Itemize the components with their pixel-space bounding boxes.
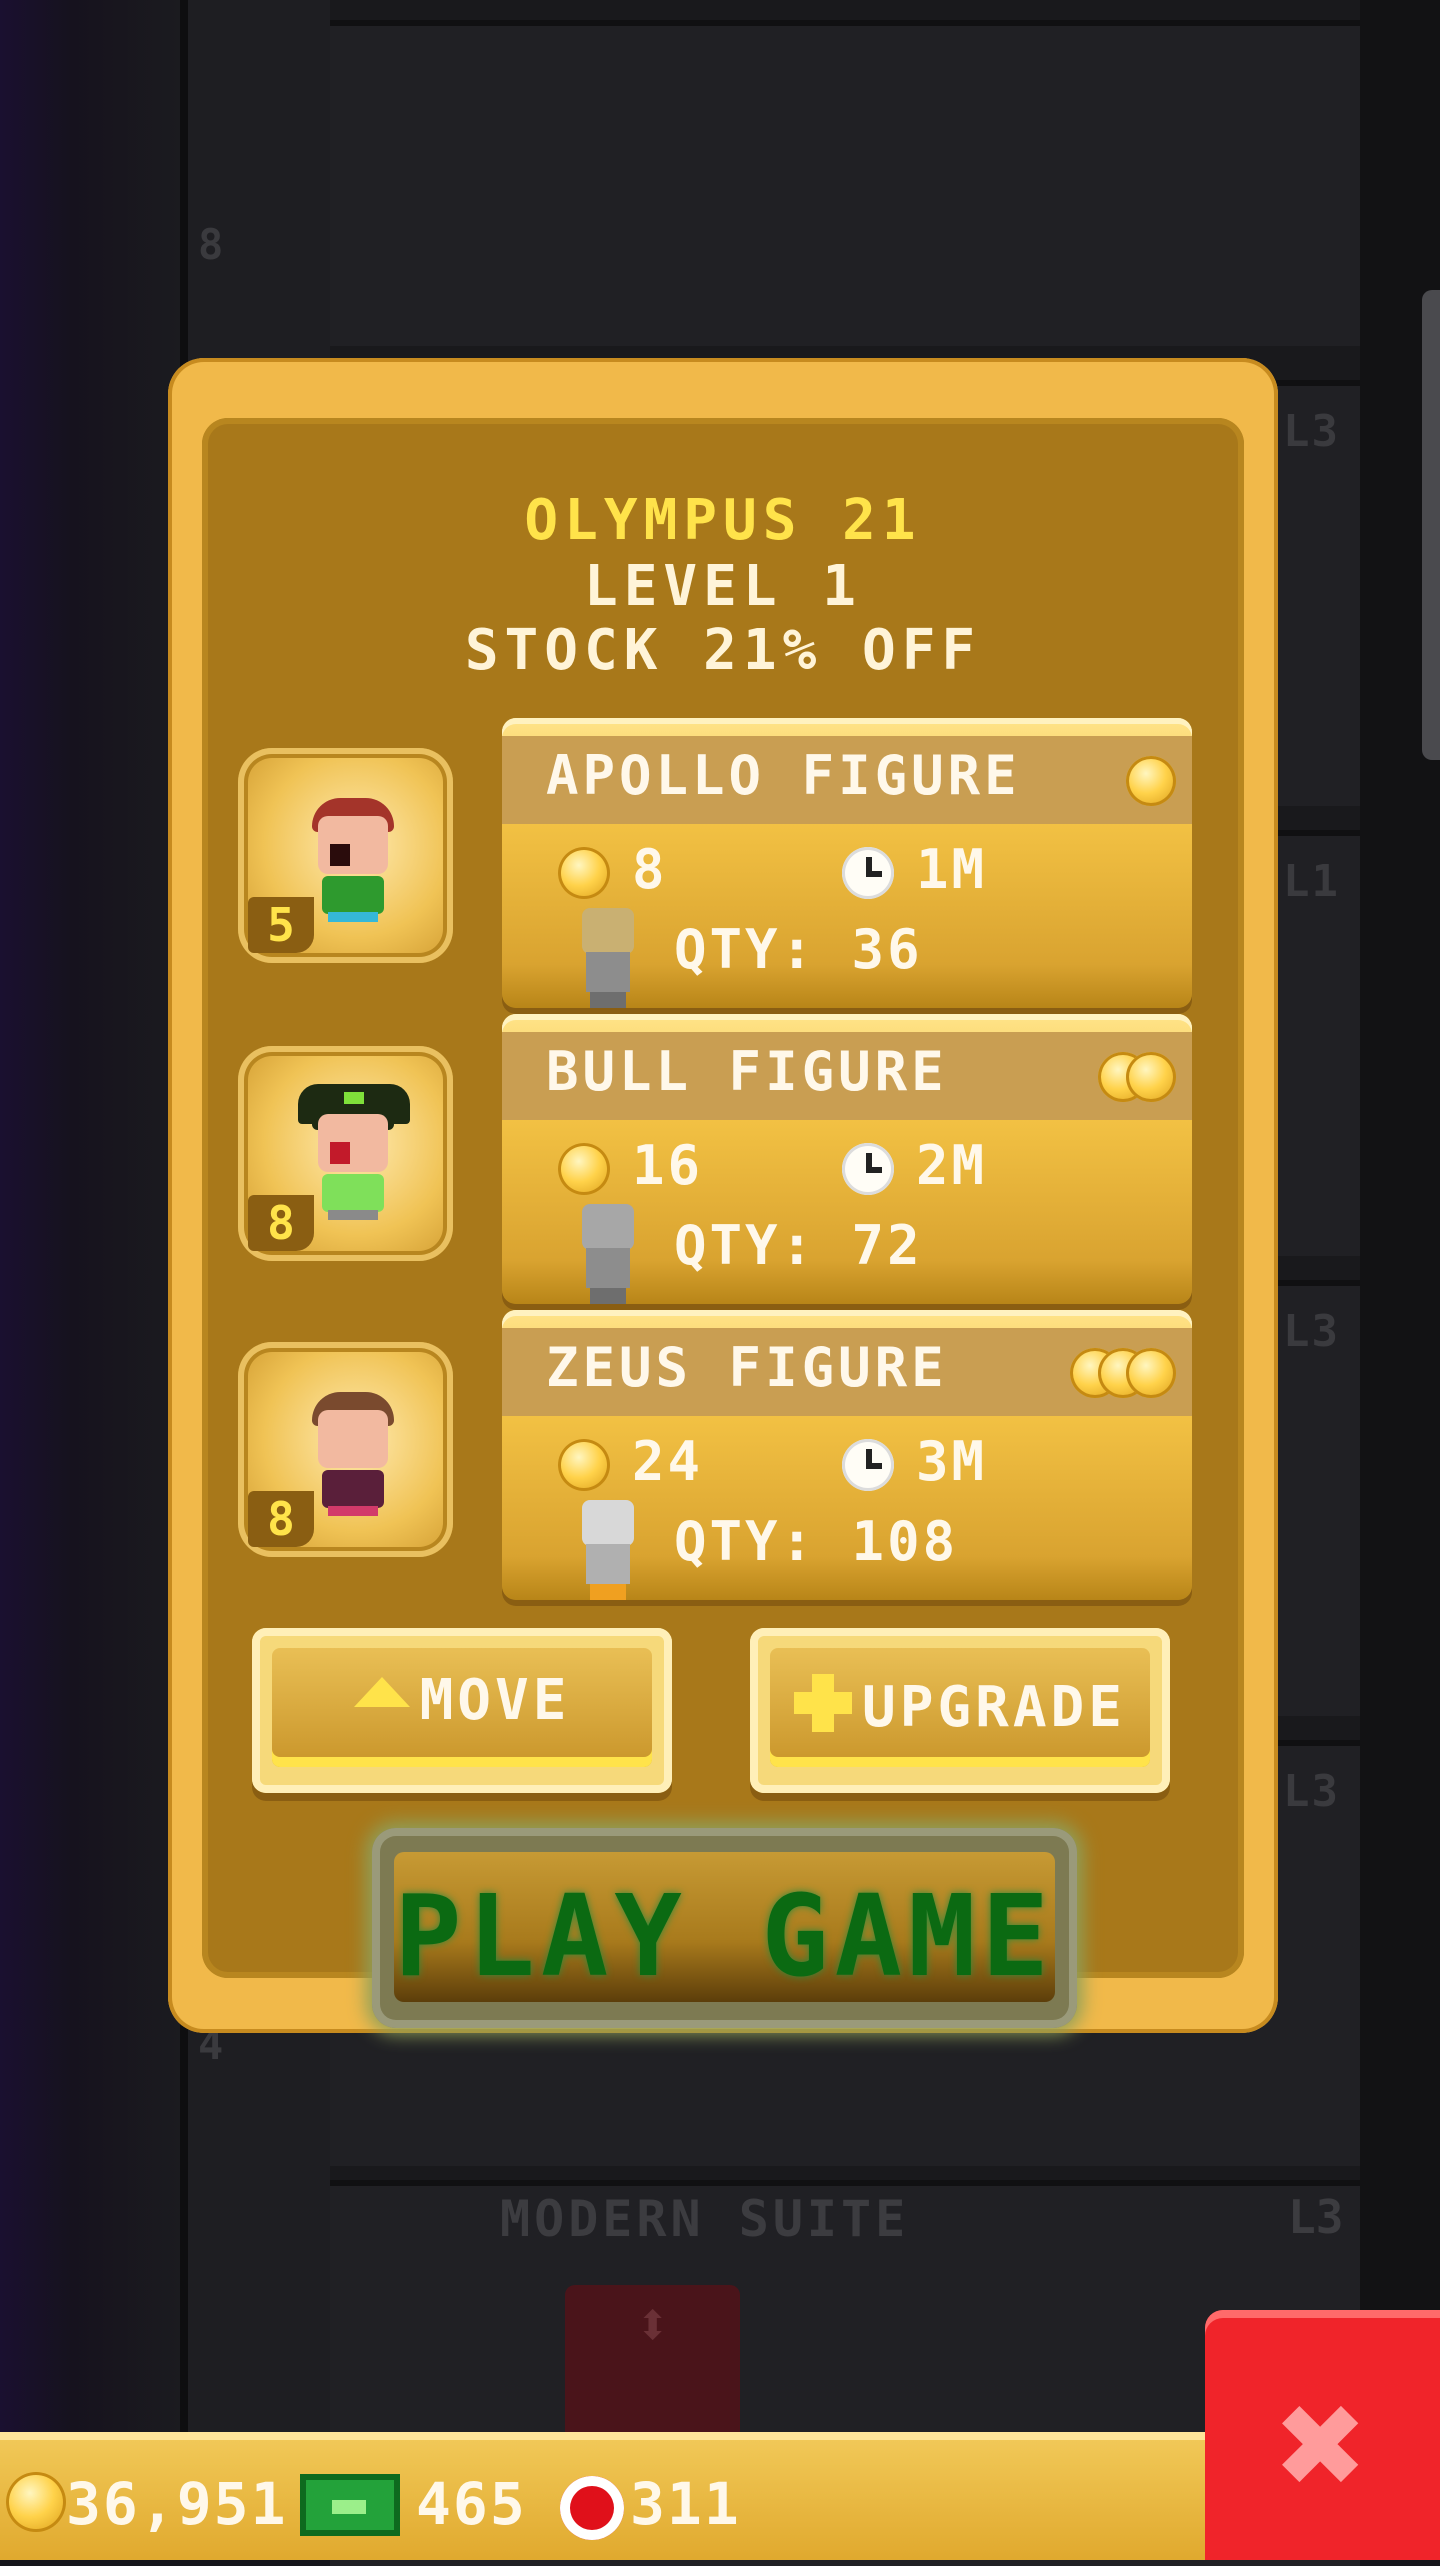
close-icon: ✖	[1277, 2358, 1368, 2532]
floor-row	[330, 20, 1360, 346]
clock-icon	[842, 1439, 894, 1492]
play-game-label: PLAY GAME	[394, 1872, 1055, 2002]
elevator-button[interactable]: ⬍	[565, 2285, 740, 2455]
product-name: BULL FIGURE	[546, 1040, 948, 1103]
move-button[interactable]: MOVE	[252, 1628, 672, 1793]
floor-tag: L3	[1283, 406, 1340, 457]
product-row[interactable]: BULL FIGURE 16 2M QTY: 72	[502, 1014, 1192, 1304]
worker-level: 8	[248, 1491, 314, 1547]
coin-icon	[6, 2472, 66, 2532]
play-game-button[interactable]: PLAY GAME	[372, 1828, 1077, 2028]
coin-icon	[1126, 1348, 1176, 1398]
chip-balance: 311	[630, 2470, 741, 2538]
tier-coins	[1070, 1348, 1176, 1400]
floor-tag: L3	[1283, 1766, 1340, 1817]
product-time: 2M	[842, 1134, 987, 1197]
floor-number: 8	[198, 220, 224, 269]
coin-icon	[1126, 756, 1176, 806]
worker-level: 8	[248, 1195, 314, 1251]
elevator-arrows-icon: ⬍	[634, 2290, 671, 2360]
casino-chip-icon	[560, 2476, 624, 2540]
floor-tag: L1	[1283, 856, 1340, 907]
close-button[interactable]: ✖	[1205, 2310, 1440, 2560]
coin-balance: 36,951	[66, 2470, 288, 2538]
tier-coins	[1126, 756, 1176, 808]
move-label: MOVE	[419, 1668, 571, 1733]
worker-avatar[interactable]: 5	[238, 748, 453, 963]
floor-info-dialog: OLYMPUS 21 LEVEL 1 STOCK 21% OFF 5 APOLL…	[168, 358, 1278, 2033]
product-row[interactable]: ZEUS FIGURE 24 3M QTY: 108	[502, 1310, 1192, 1600]
clock-icon	[842, 847, 894, 900]
product-time: 1M	[842, 838, 987, 901]
upgrade-label: UPGRADE	[861, 1675, 1126, 1740]
floor-tag: L3	[1288, 2190, 1344, 2244]
coin-icon	[558, 1439, 610, 1492]
product-qty: QTY: 72	[674, 1214, 923, 1277]
background-sky	[0, 0, 180, 2560]
floor-tag: L3	[1283, 1306, 1340, 1357]
apollo-figure-icon	[568, 908, 648, 1008]
bull-figure-icon	[568, 1204, 648, 1304]
worker-sprite	[308, 798, 398, 928]
floor-level: LEVEL 1	[583, 554, 862, 619]
currency-bar: 36,951 465 311	[0, 2432, 1210, 2560]
product-row[interactable]: APOLLO FIGURE 8 1M QTY: 36	[502, 718, 1192, 1008]
coin-icon	[558, 847, 610, 900]
suite-label: MODERN SUITE	[500, 2190, 910, 2248]
zeus-figure-icon	[568, 1500, 648, 1600]
worker-avatar[interactable]: 8	[238, 1342, 453, 1557]
plus-icon	[793, 1674, 852, 1732]
tower-bux-icon	[300, 2474, 400, 2536]
tier-coins	[1098, 1052, 1176, 1104]
side-scroll-tab[interactable]	[1422, 290, 1440, 760]
product-cost: 8	[558, 838, 668, 901]
worker-sprite	[308, 1392, 398, 1522]
product-qty: QTY: 36	[674, 918, 923, 981]
floor-title: OLYMPUS 21	[524, 488, 922, 553]
product-cost: 24	[558, 1430, 703, 1493]
product-time: 3M	[842, 1430, 987, 1493]
stock-discount: STOCK 21% OFF	[464, 618, 982, 683]
coin-icon	[1126, 1052, 1176, 1102]
product-name: APOLLO FIGURE	[546, 744, 1021, 807]
product-cost: 16	[558, 1134, 703, 1197]
worker-level: 5	[248, 897, 314, 953]
worker-sprite	[298, 1084, 410, 1226]
clock-icon	[842, 1143, 894, 1196]
arrow-up-icon	[353, 1677, 410, 1707]
coin-icon	[558, 1143, 610, 1196]
dialog-body: OLYMPUS 21 LEVEL 1 STOCK 21% OFF 5 APOLL…	[202, 418, 1244, 2028]
bux-balance: 465	[416, 2470, 527, 2538]
product-name: ZEUS FIGURE	[546, 1336, 948, 1399]
upgrade-button[interactable]: UPGRADE	[750, 1628, 1170, 1793]
worker-avatar[interactable]: 8	[238, 1046, 453, 1261]
product-qty: QTY: 108	[674, 1510, 959, 1573]
